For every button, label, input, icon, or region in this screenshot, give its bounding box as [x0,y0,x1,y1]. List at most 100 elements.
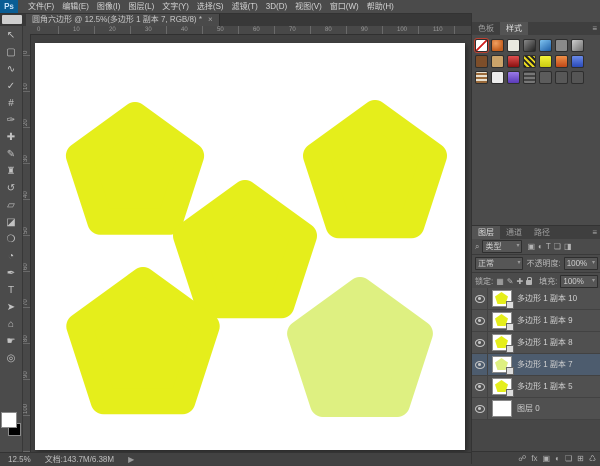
shape-tool[interactable]: ⌂ [1,316,21,333]
clone-stamp-tool[interactable]: ♜ [1,163,21,180]
style-swatch[interactable] [475,71,488,84]
layer-row[interactable]: 多边形 1 副本 5 [472,376,600,398]
horizontal-ruler[interactable]: 0102030405060708090100110 [22,26,471,35]
zoom-level-field[interactable]: 12.5% [8,455,31,464]
tab-styles[interactable]: 样式 [500,22,528,35]
pen-tool[interactable]: ✒ [1,265,21,282]
layer-filter-kind-icon[interactable]: ◨ [564,242,572,251]
menu-item[interactable]: 3D(D) [262,0,291,13]
pentagon-top-left[interactable] [79,115,191,222]
style-swatch[interactable] [523,39,536,52]
menu-item[interactable]: 窗口(W) [326,0,363,13]
layer-style-fx-icon[interactable]: fx [531,452,537,466]
layer-filter-search-icon[interactable]: ⌕ [475,242,479,252]
layer-row[interactable]: 多边形 1 副本 10 [472,288,600,310]
vertical-ruler[interactable]: 0102030405060708090100 [22,34,31,452]
layer-thumbnail[interactable] [492,334,512,351]
layer-filter-kind-icon[interactable]: T [546,242,551,251]
panel-menu-icon[interactable]: ≡ [592,22,600,35]
menu-item[interactable]: 帮助(H) [363,0,398,13]
style-swatch[interactable] [539,71,552,84]
visibility-toggle[interactable] [472,332,488,353]
photoshop-logo-icon[interactable]: Ps [0,0,18,13]
lasso-tool[interactable]: ∿ [1,61,21,78]
style-swatch[interactable] [555,55,568,68]
zoom-tool[interactable]: ◎ [1,350,21,367]
layer-group-icon[interactable]: ❏ [565,452,572,466]
hand-tool[interactable]: ☛ [1,333,21,350]
move-tool[interactable]: ↖ [1,27,21,44]
style-swatch[interactable] [491,55,504,68]
menu-item[interactable]: 编辑(E) [58,0,93,13]
menu-item[interactable]: 图像(I) [93,0,125,13]
pentagon-middle[interactable] [186,193,304,305]
crop-tool[interactable]: # [1,95,21,112]
style-swatch[interactable] [523,71,536,84]
fill-dropdown[interactable]: 100% ▾ [560,275,598,288]
style-swatch[interactable] [507,71,520,84]
style-swatch[interactable] [507,55,520,68]
layer-row-selected[interactable]: 多边形 1 副本 7 [472,354,600,376]
layer-thumbnail[interactable] [492,290,512,307]
visibility-toggle[interactable] [472,376,488,397]
menu-item[interactable]: 文字(Y) [158,0,193,13]
blend-mode-dropdown[interactable]: 正常 ▾ [475,257,523,270]
layer-row[interactable]: 多边形 1 副本 9 [472,310,600,332]
style-swatch[interactable] [507,39,520,52]
layer-filter-kind-icon[interactable]: ❏ [554,242,561,251]
layer-mask-icon[interactable]: ▣ [543,452,551,466]
lock-all-icon[interactable] [526,280,532,285]
healing-brush-tool[interactable]: ✚ [1,129,21,146]
tab-close-icon[interactable]: × [208,15,213,24]
style-swatch[interactable] [475,39,488,52]
menu-item[interactable]: 文件(F) [24,0,58,13]
link-layers-icon[interactable]: ☍ [518,452,526,466]
style-swatch[interactable] [555,39,568,52]
document-canvas[interactable] [35,43,465,450]
tab-paths[interactable]: 路径 [528,226,556,239]
style-swatch[interactable] [491,71,504,84]
lock-option-icon[interactable]: ▦ [496,277,504,286]
pentagon-bottom-right[interactable] [300,290,420,404]
visibility-toggle[interactable] [472,398,488,419]
tab-bar-corner-box[interactable] [2,15,22,24]
layer-thumbnail[interactable] [492,356,512,373]
pentagon-bottom-left[interactable] [79,280,206,401]
panel-menu-icon[interactable]: ≡ [592,226,600,239]
status-options-arrow-icon[interactable]: ▶ [128,455,134,464]
tab-swatches[interactable]: 色板 [472,22,500,35]
style-swatch[interactable] [475,55,488,68]
layer-filter-type-dropdown[interactable]: 类型 ▾ [482,240,522,253]
layer-thumbnail[interactable] [492,312,512,329]
layer-thumbnail[interactable] [492,378,512,395]
style-swatch[interactable] [539,39,552,52]
style-swatch[interactable] [571,55,584,68]
brush-tool[interactable]: ✎ [1,146,21,163]
style-swatch[interactable] [491,39,504,52]
menu-item[interactable]: 视图(V) [291,0,326,13]
style-swatch[interactable] [555,71,568,84]
tab-channels[interactable]: 通道 [500,226,528,239]
style-swatch[interactable] [571,71,584,84]
layer-filter-kind-icon[interactable]: ◐ [538,242,543,251]
layer-row[interactable]: 图层 0 [472,398,600,420]
menu-item[interactable]: 选择(S) [193,0,228,13]
quick-selection-tool[interactable]: ✓ [1,78,21,95]
menu-item[interactable]: 图层(L) [124,0,158,13]
style-swatch[interactable] [539,55,552,68]
eyedropper-tool[interactable]: ✑ [1,112,21,129]
layer-row[interactable]: 多边形 1 副本 8 [472,332,600,354]
new-layer-icon[interactable]: ⊞ [577,452,584,466]
menu-item[interactable]: 滤镜(T) [228,0,262,13]
lock-option-icon[interactable]: ✚ [517,277,524,286]
visibility-toggle[interactable] [472,288,488,309]
foreground-color-swatch[interactable] [1,412,17,428]
pentagon-top-right[interactable] [316,113,434,225]
adjustment-layer-icon[interactable]: ◐ [555,452,560,466]
delete-layer-icon[interactable]: ♺ [589,452,596,466]
path-selection-tool[interactable]: ➤ [1,299,21,316]
eraser-tool[interactable]: ▱ [1,197,21,214]
layer-thumbnail[interactable] [492,400,512,417]
type-tool[interactable]: T [1,282,21,299]
visibility-toggle[interactable] [472,310,488,331]
